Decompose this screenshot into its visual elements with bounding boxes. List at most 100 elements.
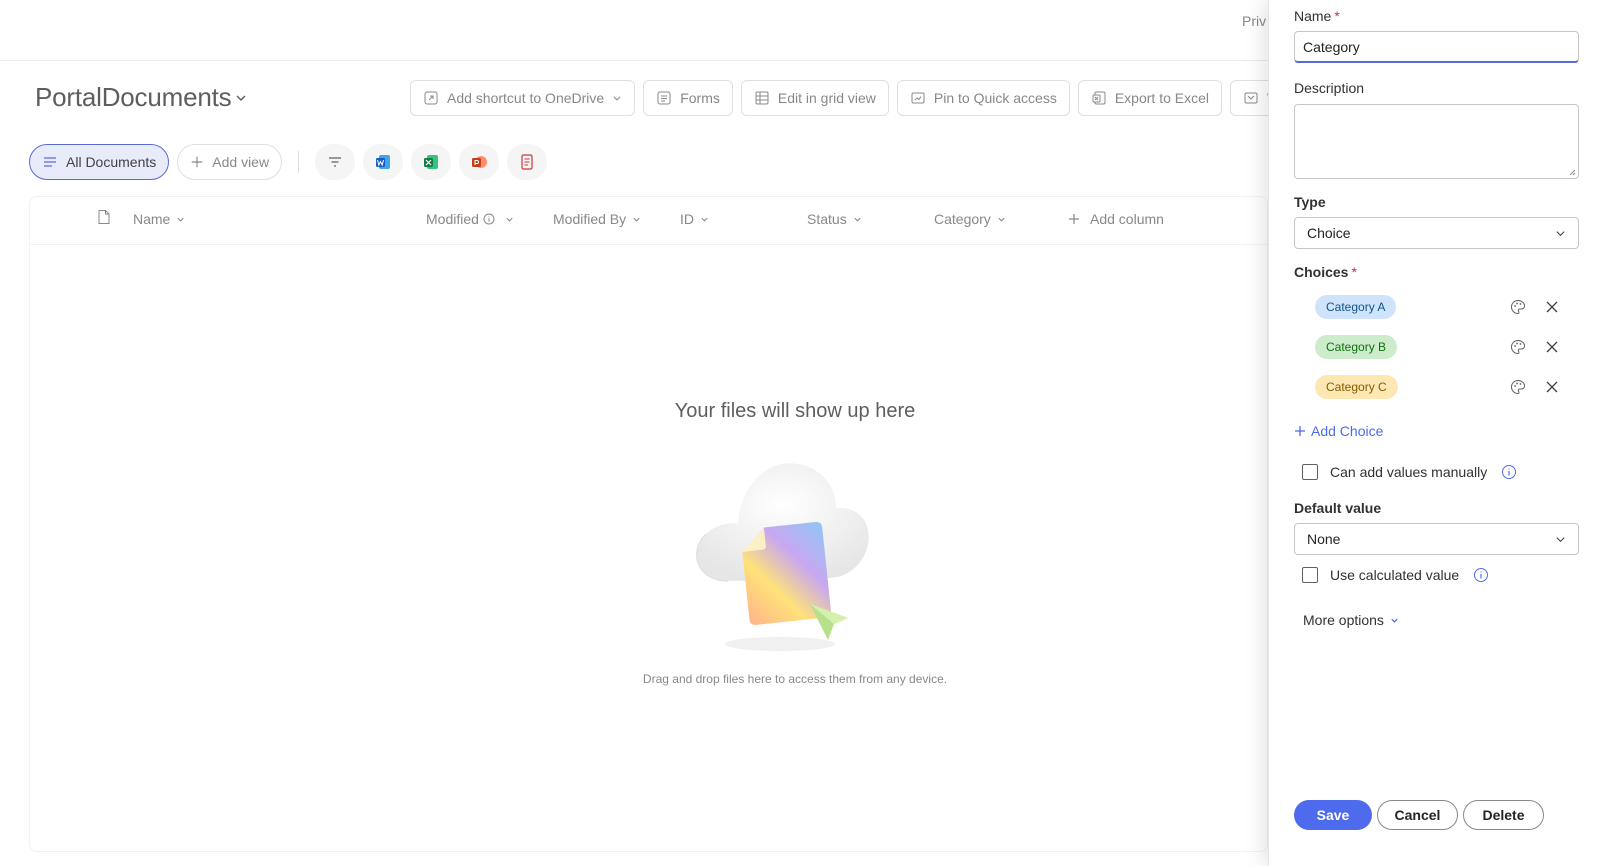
color-picker-button[interactable]	[1508, 337, 1528, 357]
new-word-button[interactable]	[363, 144, 404, 180]
column-header-category[interactable]: Category	[934, 211, 1006, 227]
choice-pill-category-c[interactable]: Category C	[1315, 375, 1398, 399]
name-input[interactable]: Category	[1294, 31, 1579, 63]
chevron-down-icon	[506, 217, 513, 222]
use-calculated-checkbox[interactable]	[1302, 567, 1318, 583]
list-icon	[44, 157, 56, 167]
shortcut-icon	[424, 91, 438, 105]
column-header-status[interactable]: Status	[807, 211, 862, 227]
pin-quick-access-button[interactable]: Pin to Quick access	[896, 80, 1070, 116]
view-bar: All Documents Add view	[29, 144, 548, 180]
chevron-down-icon	[177, 217, 184, 222]
new-form-button[interactable]	[507, 144, 548, 180]
plus-icon	[1069, 214, 1079, 224]
chevron-down-icon	[1391, 618, 1398, 623]
privacy-link[interactable]: Priv	[1242, 13, 1266, 29]
palette-icon	[1511, 379, 1526, 395]
file-type-icon	[98, 210, 110, 224]
name-label-text: Name	[1294, 8, 1332, 24]
chevron-down-icon	[236, 95, 246, 101]
plus-icon	[1295, 426, 1305, 436]
export-excel-label: Export to Excel	[1114, 90, 1209, 106]
all-documents-label: All Documents	[66, 154, 157, 170]
choice-pill-category-b[interactable]: Category B	[1315, 335, 1398, 359]
new-excel-button[interactable]	[411, 144, 452, 180]
choices-label-text: Choices	[1294, 264, 1349, 280]
column-modified-label: Modified	[426, 211, 479, 227]
empty-folder-illustration	[696, 463, 869, 651]
chevron-down-icon	[1556, 536, 1565, 542]
add-view-button[interactable]: Add view	[177, 144, 283, 180]
choice-pill-category-a[interactable]: Category A	[1315, 295, 1397, 319]
info-icon[interactable]	[1501, 464, 1517, 480]
column-header-id[interactable]: ID	[680, 211, 709, 227]
color-picker-button[interactable]	[1508, 297, 1528, 317]
pin-quick-access-label: Pin to Quick access	[933, 90, 1057, 106]
save-button[interactable]: Save	[1294, 800, 1372, 830]
edit-grid-button[interactable]: Edit in grid view	[740, 80, 889, 116]
default-value-dropdown[interactable]: None	[1294, 523, 1579, 555]
close-icon	[1546, 381, 1558, 393]
filter-icon	[329, 157, 342, 167]
choice-row: Category A	[1294, 291, 1579, 323]
add-shortcut-button[interactable]: Add shortcut to OneDrive	[410, 80, 636, 116]
column-header-name[interactable]: Name	[133, 211, 185, 227]
forms-icon	[657, 91, 671, 105]
excel-icon	[1092, 91, 1106, 105]
command-bar: Add shortcut to OneDrive Forms Edit in g…	[410, 80, 1290, 116]
palette-icon	[1511, 299, 1526, 315]
export-excel-button[interactable]: Export to Excel	[1077, 80, 1222, 116]
forms-button[interactable]: Forms	[643, 80, 733, 116]
chevron-down-icon	[1556, 230, 1565, 236]
add-column-button[interactable]: Add column	[1068, 211, 1164, 227]
chevron-down-icon	[854, 217, 861, 222]
column-name-label: Name	[133, 211, 171, 227]
chevron-down-icon	[613, 96, 621, 101]
remove-choice-button[interactable]	[1542, 297, 1562, 317]
column-header-modified-by[interactable]: Modified By	[553, 211, 641, 227]
can-add-manually-checkbox[interactable]	[1302, 464, 1318, 480]
choices-label: Choices *	[1294, 264, 1357, 280]
close-icon	[1546, 341, 1558, 353]
remove-choice-button[interactable]	[1542, 337, 1562, 357]
top-bar: Priv	[0, 0, 1268, 61]
color-picker-button[interactable]	[1508, 377, 1528, 397]
resize-grip-icon[interactable]	[1568, 168, 1576, 176]
type-dropdown-value: Choice	[1307, 225, 1351, 241]
type-dropdown[interactable]: Choice	[1294, 217, 1579, 249]
pin-icon	[911, 92, 925, 104]
edit-column-panel: Name * Category Description Type Choice C…	[1268, 0, 1603, 866]
plus-icon	[192, 156, 203, 168]
delete-button[interactable]: Delete	[1463, 800, 1544, 830]
name-label: Name *	[1294, 8, 1340, 24]
library-title[interactable]: PortalDocuments	[35, 82, 247, 113]
type-label: Type	[1294, 194, 1326, 210]
default-value-label: Default value	[1294, 500, 1382, 516]
info-icon	[483, 213, 495, 225]
column-id-label: ID	[680, 211, 694, 227]
add-column-label: Add column	[1090, 211, 1164, 227]
new-powerpoint-button[interactable]	[459, 144, 500, 180]
add-shortcut-label: Add shortcut to OneDrive	[447, 90, 605, 106]
can-add-manually-row: Can add values manually	[1302, 464, 1517, 480]
column-header-modified[interactable]: Modified	[426, 211, 514, 227]
column-status-label: Status	[807, 211, 847, 227]
divider	[298, 151, 300, 173]
filter-button[interactable]	[315, 144, 356, 180]
info-icon[interactable]	[1473, 567, 1489, 583]
add-view-label: Add view	[212, 154, 270, 170]
cancel-button[interactable]: Cancel	[1377, 800, 1458, 830]
more-options-label: More options	[1303, 612, 1384, 628]
forms-label: Forms	[680, 90, 720, 106]
column-modified-by-label: Modified By	[553, 211, 627, 227]
add-choice-button[interactable]: Add Choice	[1294, 423, 1383, 439]
description-textarea[interactable]	[1294, 104, 1579, 179]
chevron-down-icon	[998, 217, 1005, 222]
use-calculated-label: Use calculated value	[1330, 567, 1460, 583]
more-options-button[interactable]: More options	[1303, 612, 1399, 628]
description-label: Description	[1294, 80, 1365, 96]
column-category-label: Category	[934, 211, 991, 227]
name-input-value: Category	[1303, 38, 1360, 55]
remove-choice-button[interactable]	[1542, 377, 1562, 397]
all-documents-view-button[interactable]: All Documents	[29, 144, 170, 180]
